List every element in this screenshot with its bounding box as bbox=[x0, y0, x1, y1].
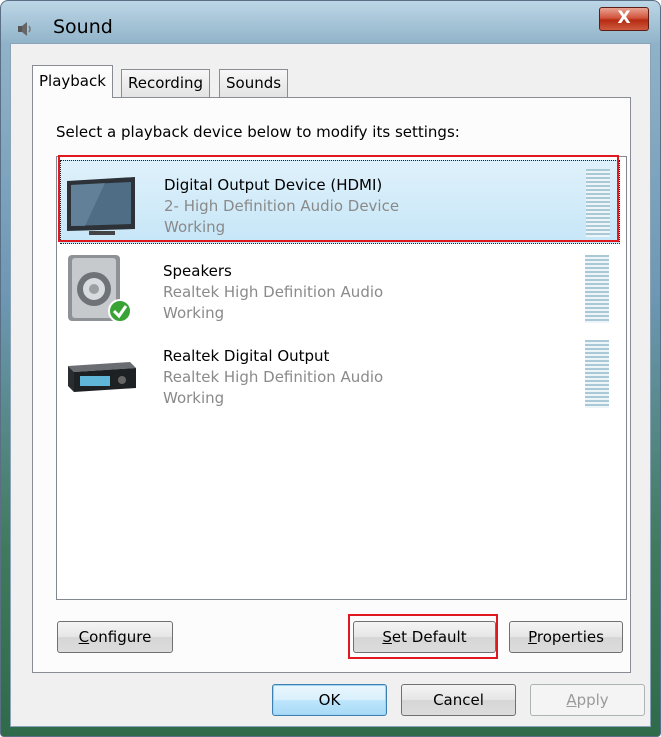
apply-label: pply bbox=[576, 691, 609, 709]
device-name: Realtek Digital Output bbox=[163, 347, 330, 365]
volume-meter bbox=[585, 340, 609, 408]
window-title: Sound bbox=[53, 16, 113, 38]
device-status: Working bbox=[163, 389, 225, 407]
device-description: Realtek High Definition Audio bbox=[163, 283, 384, 301]
playback-tab-panel: Select a playback device below to modify… bbox=[32, 97, 631, 673]
set-default-button[interactable]: Set Default bbox=[353, 621, 496, 653]
tab-playback[interactable]: Playback bbox=[32, 65, 113, 98]
speaker-title-icon bbox=[18, 22, 31, 36]
device-name: Digital Output Device (HDMI) bbox=[164, 176, 383, 194]
instruction-text: Select a playback device below to modify… bbox=[56, 123, 460, 141]
device-status: Working bbox=[163, 304, 225, 322]
tab-playback-label: Playback bbox=[39, 72, 106, 90]
volume-meter bbox=[586, 169, 610, 237]
dialog-client-area: Playback Recording Sounds Select a playb… bbox=[10, 43, 651, 727]
ok-label: OK bbox=[318, 691, 341, 709]
playback-device-list[interactable]: Digital Output Device (HDMI) 2- High Def… bbox=[56, 156, 627, 600]
properties-label: roperties bbox=[536, 628, 604, 646]
device-row-speakers[interactable]: Speakers Realtek High Definition Audio W… bbox=[60, 247, 620, 331]
properties-access-key: P bbox=[528, 628, 537, 646]
properties-button[interactable]: Properties bbox=[509, 621, 623, 653]
configure-access-key: C bbox=[78, 628, 90, 646]
receiver-icon bbox=[68, 362, 136, 392]
set-default-access-key: S bbox=[382, 628, 392, 646]
cancel-button[interactable]: Cancel bbox=[401, 684, 516, 716]
configure-label: onfigure bbox=[89, 628, 152, 646]
device-description: Realtek High Definition Audio bbox=[163, 368, 384, 386]
default-check-icon bbox=[108, 299, 132, 323]
sound-dialog-window: Sound X Playback Recording Sounds Select… bbox=[0, 0, 661, 737]
close-icon: X bbox=[617, 8, 631, 28]
tab-recording-label: Recording bbox=[128, 74, 204, 92]
device-row-hdmi[interactable]: Digital Output Device (HDMI) 2- High Def… bbox=[60, 160, 620, 244]
close-button[interactable]: X bbox=[599, 7, 649, 31]
device-row-realtek-digital[interactable]: Realtek Digital Output Realtek High Defi… bbox=[60, 332, 620, 416]
apply-access-key: A bbox=[566, 691, 577, 709]
tab-sounds[interactable]: Sounds bbox=[219, 69, 289, 97]
cancel-label: Cancel bbox=[433, 691, 484, 709]
tab-sounds-label: Sounds bbox=[226, 74, 282, 92]
volume-meter bbox=[585, 255, 609, 323]
tab-recording[interactable]: Recording bbox=[121, 69, 211, 97]
monitor-icon bbox=[67, 177, 135, 235]
device-name: Speakers bbox=[163, 262, 232, 280]
device-description: 2- High Definition Audio Device bbox=[164, 197, 400, 215]
device-status: Working bbox=[164, 218, 226, 236]
set-default-label: et Default bbox=[391, 628, 467, 646]
ok-button[interactable]: OK bbox=[272, 684, 387, 716]
apply-button[interactable]: Apply bbox=[530, 684, 645, 716]
speaker-icon bbox=[68, 255, 132, 323]
configure-button[interactable]: Configure bbox=[57, 621, 173, 653]
